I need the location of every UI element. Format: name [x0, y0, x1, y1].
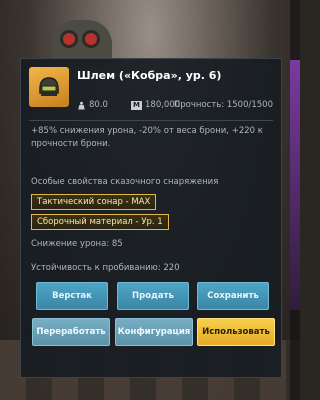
- goggle-right: [82, 30, 100, 48]
- special-tag-sonar: Тактический сонар - MAX: [31, 194, 157, 210]
- durability-value: Прочность: 1500/1500: [173, 100, 273, 110]
- use-button[interactable]: Использовать: [197, 318, 275, 346]
- header-divider: [29, 120, 273, 121]
- item-stats-row: 80.0 M 180,000 Прочность: 1500/1500: [77, 100, 273, 114]
- workbench-button[interactable]: Верстак: [36, 282, 108, 310]
- rework-button[interactable]: Переработать: [32, 318, 110, 346]
- configuration-button[interactable]: Конфигурация: [115, 318, 193, 346]
- helmet-icon: [29, 67, 69, 107]
- right-edge-highlight: [290, 60, 300, 310]
- special-properties-title: Особые свойства сказочного снаряжения: [31, 177, 219, 187]
- currency-icon: M: [131, 100, 142, 110]
- penetration-resistance-stat: Устойчивость к пробиванию: 220: [31, 263, 180, 273]
- item-detail-card: Шлем («Кобра», ур. 6) 80.0 M 180,000 Про…: [20, 58, 282, 378]
- weight-icon: [78, 101, 85, 110]
- sell-button[interactable]: Продать: [117, 282, 189, 310]
- item-title: Шлем («Кобра», ур. 6): [77, 69, 222, 82]
- save-button[interactable]: Сохранить: [197, 282, 269, 310]
- special-tag-material: Сборочный материал - Ур. 1: [31, 214, 169, 230]
- price-stat: M 180,000: [131, 100, 180, 110]
- durability-stat: Прочность: 1500/1500: [174, 100, 273, 110]
- goggle-left: [60, 30, 78, 48]
- item-header: Шлем («Кобра», ур. 6) 80.0 M 180,000 Про…: [21, 59, 281, 117]
- weight-value: 80.0: [89, 100, 108, 110]
- weight-stat: 80.0: [77, 100, 108, 110]
- item-description: +85% снижения урона, -20% от веса брони,…: [31, 126, 263, 149]
- damage-reduction-stat: Снижение урона: 85: [31, 239, 123, 249]
